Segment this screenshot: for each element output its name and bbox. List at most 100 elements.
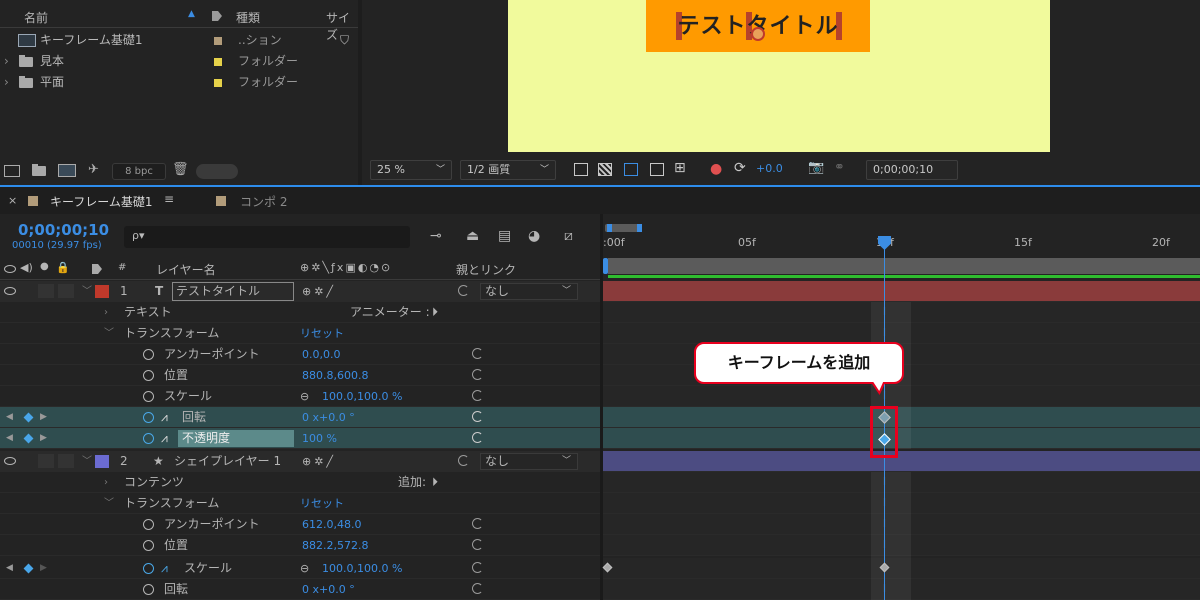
animator-label[interactable]: アニメーター : xyxy=(350,302,430,323)
time-ruler[interactable] xyxy=(603,222,1200,258)
property-value[interactable]: 612.0,48.0 xyxy=(302,514,361,535)
resolution-dropdown[interactable]: 1/2 画質 ﹀ xyxy=(460,160,556,180)
column-name-label[interactable]: 名前 xyxy=(24,9,48,26)
prev-keyframe-icon[interactable]: ◀ xyxy=(6,558,13,579)
constrain-link-icon[interactable]: ⊖ xyxy=(300,558,309,579)
property-row-keyframed[interactable]: ◀ ▶ ⩘ スケール ⊖ 100.0,100.0 % xyxy=(0,558,600,579)
property-row[interactable]: 位置 882.2,572.8 xyxy=(0,535,600,556)
pick-whip-icon[interactable] xyxy=(472,348,483,359)
layer-switches[interactable]: ⊕✲╱ xyxy=(302,281,336,302)
navigator-handle-icon[interactable] xyxy=(607,224,612,232)
property-name-selected[interactable]: 不透明度 xyxy=(178,430,294,447)
trash-icon[interactable]: 🗑 xyxy=(172,162,189,177)
lock-switch[interactable] xyxy=(58,454,74,468)
property-value[interactable]: 0.0,0.0 xyxy=(302,344,340,365)
visibility-eye-icon[interactable] xyxy=(4,287,16,295)
stopwatch-active-icon[interactable] xyxy=(143,563,154,574)
graph-icon[interactable]: ⩘ xyxy=(161,407,168,428)
property-group-row[interactable]: ﹀ トランスフォーム リセット xyxy=(0,323,600,344)
property-value[interactable]: 880.8,600.8 xyxy=(302,365,368,386)
property-value[interactable]: 100.0,100.0 % xyxy=(322,386,402,407)
pick-whip-icon[interactable] xyxy=(458,455,469,466)
chevron-down-icon[interactable]: ﹀ xyxy=(82,281,92,302)
chevron-down-icon[interactable]: ﹀ xyxy=(82,451,92,472)
new-folder-icon[interactable] xyxy=(32,164,46,176)
transparency-grid-icon[interactable] xyxy=(598,163,612,176)
motion-blur-icon[interactable]: ◕ xyxy=(528,228,540,244)
layer-switches[interactable]: ⊕✲╱ xyxy=(302,451,336,472)
project-bit-depth-button[interactable]: 8 bpc xyxy=(112,163,166,180)
constrain-link-icon[interactable]: ⊖ xyxy=(300,386,309,407)
pick-whip-icon[interactable] xyxy=(472,518,483,529)
next-keyframe-icon[interactable]: ▶ xyxy=(40,407,47,428)
solo-icon[interactable]: ● xyxy=(40,261,49,272)
property-row-keyframed[interactable]: ◀ ▶ ⩘ 不透明度 100 % xyxy=(0,428,600,449)
new-composition-icon[interactable] xyxy=(58,164,76,177)
expand-arrow-icon[interactable]: › xyxy=(4,51,9,72)
expand-arrow-icon[interactable]: › xyxy=(4,72,9,93)
label-color-swatch[interactable] xyxy=(214,58,222,66)
stopwatch-icon[interactable] xyxy=(143,519,154,530)
next-keyframe-icon[interactable]: ▶ xyxy=(40,558,47,579)
graph-icon[interactable]: ⩘ xyxy=(161,428,168,449)
play-circle-icon[interactable]: ⏵ xyxy=(432,472,438,493)
grid-guides-icon[interactable]: ⊞ xyxy=(674,160,686,176)
play-circle-icon[interactable]: ⏵ xyxy=(432,302,438,323)
expand-arrow-icon[interactable]: › xyxy=(104,302,108,323)
layer-label-color[interactable] xyxy=(95,455,109,468)
stopwatch-icon[interactable] xyxy=(143,540,154,551)
property-row-keyframed[interactable]: ◀ ▶ ⩘ 回転 0 x+0.0 ° xyxy=(0,407,600,428)
project-scroll-thumb[interactable] xyxy=(196,164,238,179)
expand-arrow-icon[interactable]: › xyxy=(104,472,108,493)
layer-name-field[interactable]: テストタイトル xyxy=(172,282,294,301)
work-area-start-handle[interactable] xyxy=(603,258,608,274)
viewer-timecode[interactable]: 0;00;00;10 xyxy=(866,160,958,180)
graph-icon[interactable]: ⩘ xyxy=(161,558,168,579)
video-eye-icon[interactable] xyxy=(4,265,16,273)
layer-name[interactable]: シェイプレイヤー 1 xyxy=(174,451,281,472)
mask-path-icon[interactable] xyxy=(624,163,638,176)
reset-link[interactable]: リセット xyxy=(300,323,344,344)
label-tag-icon[interactable] xyxy=(212,11,222,21)
composition-flowchart-icon[interactable]: ⊸ xyxy=(430,228,442,244)
keyframe-toggle-icon[interactable] xyxy=(23,412,34,423)
stopwatch-icon[interactable] xyxy=(143,349,154,360)
property-row[interactable]: 回転 0 x+0.0 ° xyxy=(0,579,600,600)
collapse-arrow-icon[interactable]: ﹀ xyxy=(104,323,114,344)
snapshot-icon[interactable]: 📷 xyxy=(808,160,824,175)
visibility-eye-icon[interactable] xyxy=(4,457,16,465)
tab-comp-1[interactable]: キーフレーム基礎1 xyxy=(50,193,153,210)
property-row[interactable]: アンカーポイント 612.0,48.0 xyxy=(0,514,600,535)
property-value[interactable]: 100 % xyxy=(302,428,337,449)
current-time-display[interactable]: 0;00;00;10 xyxy=(18,221,109,239)
layer-label-color[interactable] xyxy=(95,285,109,298)
navigator-handle-icon[interactable] xyxy=(637,224,642,232)
property-value[interactable]: 0 x+0.0 ° xyxy=(302,579,355,600)
zoom-dropdown[interactable]: 25 % ﹀ xyxy=(370,160,452,180)
label-color-swatch[interactable] xyxy=(214,37,222,45)
project-item[interactable]: › 見本 フォルダー xyxy=(0,51,358,72)
property-group-row[interactable]: ﹀ トランスフォーム リセット xyxy=(0,493,600,514)
project-item[interactable]: › 平面 フォルダー xyxy=(0,72,358,93)
tab-menu-icon[interactable]: ≡ xyxy=(164,192,174,206)
pick-whip-icon[interactable] xyxy=(472,562,483,573)
channel-icon[interactable]: ● xyxy=(710,161,722,177)
property-row[interactable]: 位置 880.8,600.8 xyxy=(0,365,600,386)
layer-duration-bar[interactable] xyxy=(603,281,1200,302)
property-value[interactable]: 100.0,100.0 % xyxy=(322,558,402,579)
stopwatch-icon[interactable] xyxy=(143,370,154,381)
stopwatch-active-icon[interactable] xyxy=(143,433,154,444)
property-value[interactable]: 882.2,572.8 xyxy=(302,535,368,556)
lock-switch[interactable] xyxy=(58,284,74,298)
graph-editor-icon[interactable]: ⧄ xyxy=(564,228,573,244)
audio-icon[interactable]: ◀) xyxy=(20,261,33,274)
layer-duration-bar[interactable] xyxy=(603,451,1200,472)
property-value[interactable]: 0 x+0.0 ° xyxy=(302,407,355,428)
property-row[interactable]: アンカーポイント 0.0,0.0 xyxy=(0,344,600,365)
label-tag-icon[interactable] xyxy=(92,264,102,274)
parent-link-header[interactable]: 親とリンク xyxy=(456,261,516,278)
layer-row[interactable]: ﹀ 1 T テストタイトル ⊕✲╱ なし ﹀ xyxy=(0,281,600,302)
flowchart-icon[interactable]: ⛉ xyxy=(340,30,349,51)
stopwatch-active-icon[interactable] xyxy=(143,412,154,423)
property-group-row[interactable]: › テキスト アニメーター : ⏵ xyxy=(0,302,600,323)
